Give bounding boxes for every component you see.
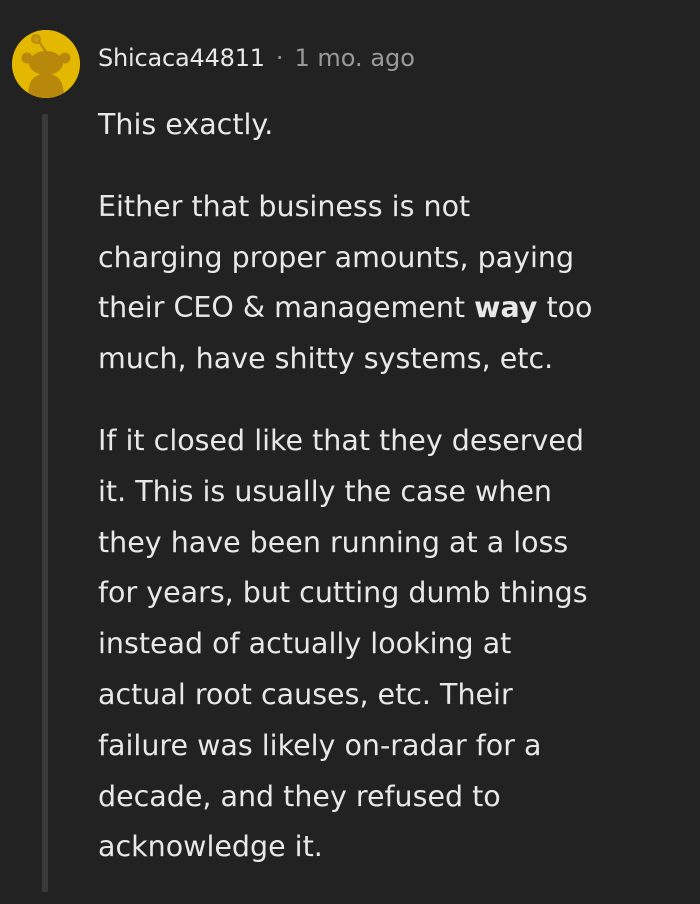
- comment-paragraph: Either that business is not charging pro…: [98, 182, 688, 385]
- text-line: actual root causes, etc. Their: [98, 677, 513, 711]
- text-line: acknowledge it.: [98, 830, 323, 864]
- text-line: it. This is usually the case when: [98, 474, 552, 508]
- text-line: they have been running at a loss: [98, 525, 569, 559]
- thread-collapse-line[interactable]: [42, 114, 48, 892]
- comment-paragraph: This exactly.: [98, 100, 688, 151]
- comment-paragraph: If it closed like that they deserved it.…: [98, 416, 688, 873]
- text-line: If it closed like that they deserved: [98, 423, 584, 457]
- comment: Shicaca44811 · 1 mo. ago This exactly. E…: [0, 0, 700, 892]
- user-avatar[interactable]: [12, 30, 80, 98]
- bold-emphasis: way: [474, 291, 538, 325]
- comment-meta: Shicaca44811 · 1 mo. ago: [98, 40, 415, 76]
- text-segment: their CEO & management: [98, 291, 475, 325]
- comment-body: This exactly. Either that business is no…: [98, 100, 688, 904]
- text-line: This exactly.: [98, 108, 274, 141]
- comment-timestamp: 1 mo. ago: [294, 44, 415, 72]
- snoo-avatar-icon: [12, 30, 80, 98]
- text-line: their CEO & management way too: [98, 291, 593, 324]
- text-segment: too: [537, 291, 593, 325]
- text-line: decade, and they refused to: [98, 779, 501, 813]
- text-line: instead of actually looking at: [98, 627, 512, 661]
- text-line: for years, but cutting dumb things: [98, 576, 588, 610]
- meta-separator: ·: [275, 44, 284, 72]
- username-link[interactable]: Shicaca44811: [98, 44, 265, 72]
- text-line: charging proper amounts, paying: [98, 240, 575, 274]
- text-line: Either that business is not: [98, 189, 471, 223]
- text-line: failure was likely on-radar for a: [98, 728, 542, 762]
- text-line: much, have shitty systems, etc.: [98, 342, 554, 376]
